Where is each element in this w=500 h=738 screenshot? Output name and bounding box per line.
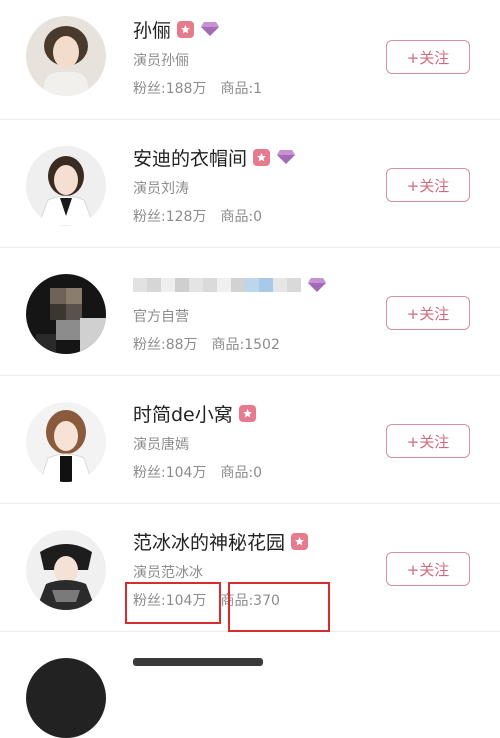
goods-count: 商品:1502 — [211, 337, 280, 353]
follow-button[interactable]: +关注 — [386, 424, 470, 458]
diamond-icon — [276, 149, 296, 165]
list-item[interactable]: 安迪的衣帽间 演员刘涛 粉丝:128万 商品:0 +关注 — [0, 120, 500, 248]
shop-subtitle: 官方自营 — [133, 309, 189, 325]
shop-name[interactable]: 安迪的衣帽间 — [133, 144, 247, 171]
shop-subtitle: 演员刘涛 — [133, 181, 189, 197]
star-badge-icon — [291, 532, 309, 550]
star-badge-icon — [253, 148, 271, 166]
list-item[interactable] — [0, 632, 500, 738]
shop-stats: 粉丝:188万 商品:1 — [133, 78, 262, 98]
shop-name[interactable]: 时简de小窝 — [133, 400, 233, 427]
shop-subtitle: 演员孙俪 — [133, 53, 189, 69]
partial-shop-name — [133, 658, 263, 666]
goods-highlight-box — [228, 582, 330, 632]
avatar[interactable] — [26, 146, 106, 226]
shop-subtitle: 演员唐嫣 — [133, 437, 189, 453]
star-badge-icon — [238, 404, 256, 422]
shop-list: 孙俪 演员孙俪 粉丝:188万 商品:1 +关注 安迪的衣帽间 演员刘涛 粉丝:… — [0, 0, 500, 738]
diamond-icon — [307, 277, 327, 293]
fans-count: 粉丝:104万 — [133, 465, 207, 481]
avatar[interactable] — [26, 402, 106, 482]
shop-name[interactable]: 孙俪 — [133, 16, 171, 43]
pixelated-name[interactable] — [133, 278, 301, 292]
avatar[interactable] — [26, 658, 106, 738]
follow-button[interactable]: +关注 — [386, 168, 470, 202]
goods-count: 商品:0 — [220, 209, 263, 225]
avatar[interactable] — [26, 16, 106, 96]
list-item[interactable]: 时简de小窝 演员唐嫣 粉丝:104万 商品:0 +关注 — [0, 376, 500, 504]
list-item[interactable]: 孙俪 演员孙俪 粉丝:188万 商品:1 +关注 — [0, 0, 500, 120]
star-badge-icon — [177, 20, 195, 38]
goods-count: 商品:1 — [220, 81, 263, 97]
shop-stats: 粉丝:88万 商品:1502 — [133, 334, 280, 354]
fans-count: 粉丝:88万 — [133, 337, 198, 353]
fans-count: 粉丝:188万 — [133, 81, 207, 97]
diamond-icon — [200, 21, 220, 37]
fans-highlight-box — [125, 582, 221, 624]
goods-count: 商品:0 — [220, 465, 263, 481]
follow-button[interactable]: +关注 — [386, 296, 470, 330]
avatar[interactable] — [26, 530, 106, 610]
shop-subtitle: 演员范冰冰 — [133, 565, 203, 581]
shop-stats: 粉丝:128万 商品:0 — [133, 206, 262, 226]
fans-count: 粉丝:128万 — [133, 209, 207, 225]
follow-button[interactable]: +关注 — [386, 40, 470, 74]
avatar[interactable] — [26, 274, 106, 354]
list-item[interactable]: 官方自营 粉丝:88万 商品:1502 +关注 — [0, 248, 500, 376]
shop-stats: 粉丝:104万 商品:0 — [133, 462, 262, 482]
shop-name[interactable]: 范冰冰的神秘花园 — [133, 528, 285, 555]
follow-button[interactable]: +关注 — [386, 552, 470, 586]
